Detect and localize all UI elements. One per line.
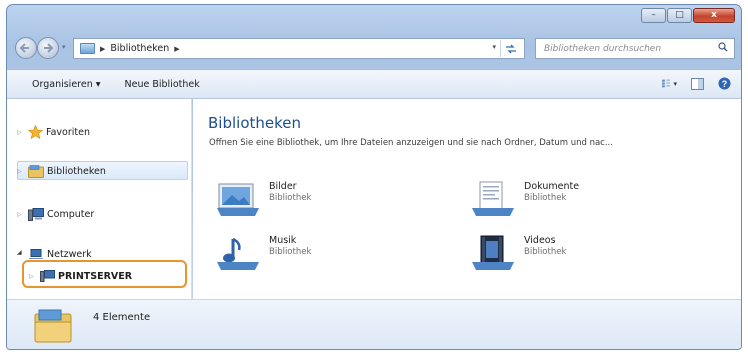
library-name[interactable]: Dokumente (524, 181, 579, 192)
address-bar[interactable]: ▶ Bibliotheken ▶ ▾ (73, 38, 525, 59)
network-icon (29, 249, 43, 259)
address-row: ▾ ▶ Bibliotheken ▶ ▾ (7, 35, 741, 69)
chevron-right-icon[interactable]: ▶ (174, 45, 179, 53)
refresh-icon (505, 44, 516, 53)
explorer-window: – □ x ▾ ▶ Bibliotheken ▶ ▾ Organisieren (6, 4, 742, 350)
library-item-documents[interactable]: Dokumente Bibliothek (470, 181, 579, 217)
nav-item-libraries[interactable]: ▷ Bibliotheken (17, 165, 106, 178)
nav-label-network[interactable]: Netzwerk (47, 249, 92, 259)
nav-item-favorites[interactable]: ▷ Favoriten (17, 125, 90, 139)
preview-pane-icon[interactable] (691, 77, 704, 90)
library-type: Bibliothek (269, 247, 312, 257)
documents-library-icon (472, 181, 514, 216)
organize-menu-button[interactable]: Organisieren ▾ (26, 79, 107, 90)
library-name[interactable]: Musik (269, 235, 311, 246)
printserver-highlight-callout (22, 260, 187, 288)
expand-arrow-icon[interactable]: ▷ (17, 129, 25, 136)
back-button[interactable] (15, 37, 37, 59)
star-icon (28, 125, 43, 139)
nav-label-favorites[interactable]: Favoriten (46, 127, 90, 138)
collapse-arrow-icon[interactable]: ◢ (17, 249, 25, 256)
new-library-button[interactable]: Neue Bibliothek (119, 79, 206, 90)
videos-library-icon (472, 235, 514, 270)
content-pane: Bibliotheken Öffnen Sie eine Bibliothek,… (193, 99, 741, 299)
computer-icon (28, 208, 44, 221)
expand-arrow-icon[interactable]: ▷ (17, 211, 25, 218)
pictures-library-icon (217, 183, 259, 216)
library-type: Bibliothek (524, 193, 567, 203)
libraries-large-icon (34, 309, 72, 343)
library-name[interactable]: Videos (524, 235, 566, 246)
details-pane: 4 Elemente (7, 299, 741, 349)
library-name[interactable]: Bilder (269, 181, 311, 192)
command-bar: Organisieren ▾ Neue Bibliothek ▾ ? (7, 69, 741, 99)
chevron-down-icon: ▾ (673, 79, 677, 88)
change-view-button[interactable]: ▾ (662, 77, 677, 90)
music-library-icon (217, 237, 259, 270)
breadcrumb-libraries[interactable]: Bibliotheken (110, 43, 169, 54)
search-icon[interactable] (718, 42, 728, 52)
nav-item-computer[interactable]: ▷ Computer (17, 208, 94, 221)
nav-label-computer[interactable]: Computer (47, 209, 94, 220)
nav-label-libraries[interactable]: Bibliotheken (47, 166, 106, 177)
search-box[interactable] (535, 38, 735, 59)
content-title: Bibliotheken (208, 114, 301, 132)
libraries-folder-icon (28, 165, 44, 178)
minimize-button[interactable]: – (641, 8, 666, 23)
svg-text:?: ? (722, 79, 728, 89)
view-options-icon (662, 79, 671, 88)
search-input[interactable] (544, 43, 704, 54)
content-description: Öffnen Sie eine Bibliothek, um Ihre Date… (209, 138, 613, 148)
forward-button[interactable] (37, 37, 59, 59)
recent-pages-dropdown[interactable]: ▾ (62, 43, 66, 51)
library-item-pictures[interactable]: Bilder Bibliothek (215, 181, 311, 217)
toolbar-right-controls: ▾ ? (662, 77, 731, 90)
nav-item-network[interactable]: ◢ Netzwerk (17, 249, 92, 259)
back-arrow-icon (19, 43, 29, 53)
close-button[interactable]: x (693, 8, 735, 23)
library-type: Bibliothek (269, 193, 312, 203)
chevron-right-icon[interactable]: ▶ (100, 45, 105, 53)
address-history-dropdown[interactable]: ▾ (492, 43, 496, 51)
item-count: 4 Elemente (93, 312, 151, 323)
expand-arrow-icon[interactable]: ▷ (17, 168, 25, 175)
help-icon[interactable]: ? (718, 77, 731, 90)
library-type: Bibliothek (524, 247, 567, 257)
maximize-button[interactable]: □ (667, 8, 692, 23)
navigation-pane: ▷ Favoriten ▷ Bibliotheken ▷ Computer ◢ … (7, 99, 192, 299)
libraries-small-icon (80, 43, 95, 54)
library-item-videos[interactable]: Videos Bibliothek (470, 235, 566, 271)
library-item-music[interactable]: Musik Bibliothek (215, 235, 311, 271)
refresh-button[interactable] (500, 40, 520, 57)
forward-arrow-icon (44, 43, 54, 53)
caption-buttons: – □ x (641, 8, 735, 23)
